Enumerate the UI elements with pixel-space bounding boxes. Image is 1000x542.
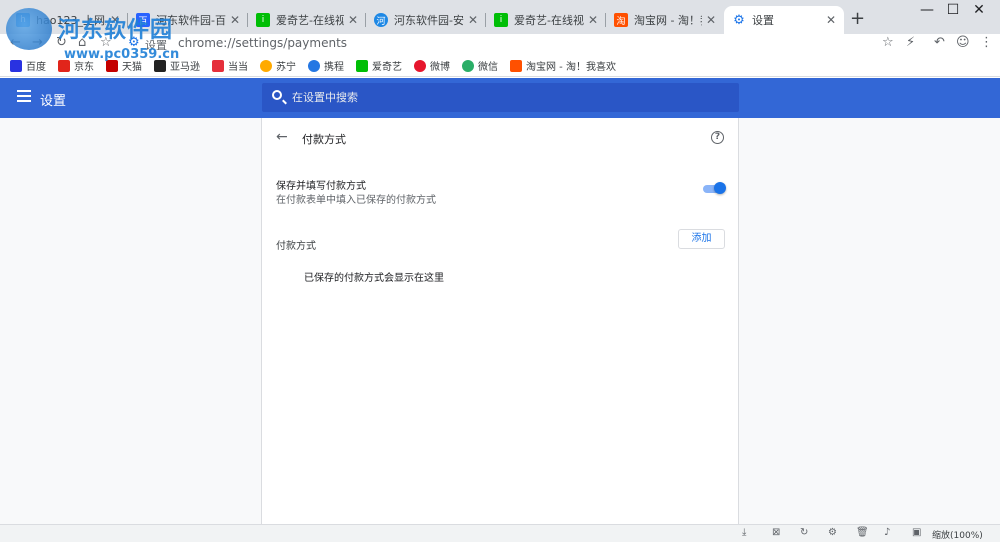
tab-hao123[interactable]: h hao123_上网从这里 ✕ — [8, 6, 128, 34]
save-payments-title: 保存并填写付款方式 — [276, 181, 366, 192]
bookmarks-bar: 百度 京东 天猫 亚马逊 当当 苏宁 携程 爱奇艺 微博 微信 淘宝网 - 淘！… — [0, 55, 1000, 77]
jd-icon — [58, 59, 70, 72]
empty-state-message: 已保存的付款方式会显示在这里 — [304, 273, 444, 284]
search-input[interactable] — [292, 88, 722, 106]
omnibox-url[interactable]: chrome://settings/payments — [178, 36, 347, 50]
bookmark-suning[interactable]: 苏宁 — [260, 58, 296, 73]
avatar[interactable]: ☺ — [956, 35, 970, 50]
refresh-icon[interactable]: ↻ — [800, 527, 808, 538]
star-bookmark-icon[interactable]: ☆ — [100, 35, 112, 50]
download-icon[interactable]: ⤓ — [742, 527, 746, 538]
reload-icon[interactable]: ↻ — [56, 35, 67, 50]
close-icon[interactable]: ✕ — [826, 13, 836, 27]
settings-search-box[interactable] — [262, 83, 739, 112]
bookmark-jd[interactable]: 京东 — [58, 58, 94, 73]
weibo-icon — [414, 59, 426, 72]
taobao-icon — [510, 59, 522, 72]
tab-hedong[interactable]: 河 河东软件园-安全的 ✕ — [366, 6, 486, 34]
tmall-icon — [106, 59, 118, 72]
close-icon[interactable]: ✕ — [588, 13, 598, 27]
page-title: 付款方式 — [302, 133, 346, 146]
trash-icon[interactable]: 🗑 — [856, 527, 869, 538]
gear-icon: ⚙ — [733, 12, 745, 28]
volume-icon[interactable]: ♪ — [884, 527, 890, 538]
tab-strip: h hao123_上网从这里 ✕ 百 河东软件园-百度搜索 ✕ i 爱奇艺-在线… — [0, 0, 1000, 34]
bookmark-baidu[interactable]: 百度 — [10, 58, 46, 73]
taobao-favicon-icon: 淘 — [614, 13, 628, 27]
amazon-icon — [154, 59, 166, 72]
payment-methods-label: 付款方式 — [276, 241, 316, 252]
hedong-favicon-icon: 河 — [374, 13, 388, 27]
hamburger-menu-icon[interactable] — [17, 90, 31, 102]
iqiyi-favicon-icon: i — [494, 13, 508, 27]
tab-label: 河东软件园-安全的 — [394, 14, 464, 27]
tab-taobao[interactable]: 淘 淘宝网 - 淘！我喜欢 ✕ — [606, 6, 724, 34]
tab-label: 爱奇艺-在线视频网站 — [276, 14, 344, 27]
new-tab-button[interactable]: + — [850, 8, 865, 29]
close-icon[interactable]: ✕ — [706, 13, 716, 27]
dangdang-icon — [212, 59, 224, 72]
settings-title: 设置 — [40, 94, 67, 109]
settings-gear-icon[interactable]: ⚙ — [828, 527, 837, 538]
tab-label: 爱奇艺-在线视频网站 — [514, 14, 584, 27]
close-icon[interactable]: ✕ — [230, 13, 240, 27]
forward-icon[interactable]: → — [32, 35, 43, 50]
more-menu-icon[interactable]: ⋮ — [980, 35, 993, 50]
undo-icon[interactable]: ↶ — [934, 35, 945, 50]
iqiyi-favicon-icon: i — [256, 13, 270, 27]
window-icon[interactable]: ▣ — [912, 527, 921, 538]
tab-baidu-search[interactable]: 百 河东软件园-百度搜索 ✕ — [128, 6, 248, 34]
bookmark-ctrip[interactable]: 携程 — [308, 58, 344, 73]
zoom-level[interactable]: 缩放(100%) — [932, 528, 983, 541]
omnibox-site-label: 设置 — [145, 39, 167, 52]
tab-label: 河东软件园-百度搜索 — [156, 14, 226, 27]
settings-header: 设置 — [0, 78, 1000, 118]
home-icon[interactable]: ⌂ — [78, 35, 86, 50]
settings-site-icon: ⚙ — [128, 35, 140, 50]
extension-icon[interactable]: ⚡ — [906, 35, 915, 50]
save-payments-toggle[interactable] — [703, 182, 726, 194]
payments-card: ← 付款方式 ? 保存并填写付款方式 在付款表单中填入已保存的付款方式 付款方式… — [261, 118, 739, 524]
wechat-icon — [462, 59, 474, 72]
bookmark-wechat[interactable]: 微信 — [462, 58, 498, 73]
back-icon[interactable]: ← — [10, 35, 21, 50]
tab-label: 淘宝网 - 淘！我喜欢 — [634, 14, 702, 27]
add-payment-button[interactable]: 添加 — [678, 229, 725, 249]
iqiyi-icon — [356, 59, 368, 72]
hao123-favicon-icon: h — [16, 13, 30, 27]
ctrip-icon — [308, 59, 320, 72]
tab-settings[interactable]: ⚙ 设置 ✕ — [724, 6, 844, 34]
browser-toolbar: ← → ↻ ⌂ ☆ ⚙ 设置 chrome://settings/payment… — [0, 34, 1000, 54]
window-close-button[interactable]: ✕ — [956, 2, 1000, 18]
tab-iqiyi-1[interactable]: i 爱奇艺-在线视频网站 ✕ — [248, 6, 366, 34]
baidu-icon — [10, 59, 22, 72]
search-icon — [272, 90, 282, 100]
bookmark-iqiyi[interactable]: 爱奇艺 — [356, 58, 402, 73]
close-icon[interactable]: ✕ — [110, 13, 120, 27]
suning-icon — [260, 59, 272, 72]
bookmark-taobao[interactable]: 淘宝网 - 淘！我喜欢 — [510, 58, 616, 73]
bookmark-weibo[interactable]: 微博 — [414, 58, 450, 73]
tab-iqiyi-2[interactable]: i 爱奇艺-在线视频网站 ✕ — [486, 6, 606, 34]
tab-label: 设置 — [752, 14, 774, 27]
save-payments-subtitle: 在付款表单中填入已保存的付款方式 — [276, 195, 436, 206]
bookmark-tmall[interactable]: 天猫 — [106, 58, 142, 73]
close-icon[interactable]: ✕ — [468, 13, 478, 27]
tab-label: hao123_上网从这里 — [36, 14, 106, 27]
block-icon[interactable]: ⊠ — [772, 527, 780, 538]
status-bar: ⤓ ⊠ ↻ ⚙ 🗑 ♪ ▣ 缩放(100%) — [0, 524, 1000, 542]
back-arrow-icon[interactable]: ← — [276, 129, 288, 145]
baidu-favicon-icon: 百 — [136, 13, 150, 27]
help-icon[interactable]: ? — [711, 131, 724, 144]
bookmark-dangdang[interactable]: 当当 — [212, 58, 248, 73]
bookmark-star-icon[interactable]: ☆ — [882, 35, 894, 50]
bookmark-amazon[interactable]: 亚马逊 — [154, 58, 200, 73]
close-icon[interactable]: ✕ — [348, 13, 358, 27]
